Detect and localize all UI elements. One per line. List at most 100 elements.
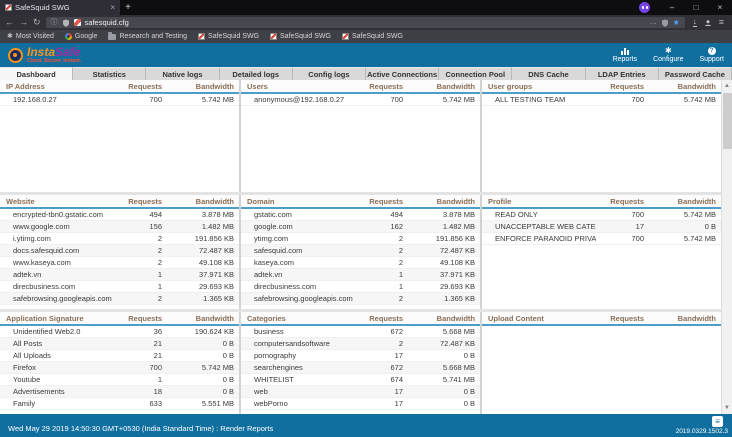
forward-icon[interactable]: → (19, 18, 28, 27)
row-requests: 1 (114, 270, 162, 279)
row-requests: 700 (596, 210, 644, 219)
configure-button[interactable]: ✱Configure (653, 47, 683, 63)
panel-body: gstatic.com4943.878 MBgoogle.com1621.482… (241, 209, 480, 309)
table-row: pornography170 B (241, 350, 480, 362)
tab-close-icon[interactable]: × (110, 3, 115, 12)
bookmark-research-and-testing[interactable]: Research and Testing (108, 33, 187, 40)
row-name: docs.safesquid.com (13, 246, 114, 255)
tab-native-logs[interactable]: Native logs (146, 67, 219, 80)
menu-hamburger-icon[interactable]: ≡ (719, 18, 724, 27)
row-name: anonymous@192.168.0.27 (254, 95, 355, 104)
tab-ldap-entries[interactable]: LDAP Entries (586, 67, 659, 80)
page-actions-dots-icon[interactable]: … (650, 19, 657, 26)
column-header-requests: Requests (355, 314, 403, 323)
table-row: anonymous@192.168.0.277005.742 MB (241, 94, 480, 106)
row-name: ytimg.com (254, 234, 355, 243)
tab-dns-cache[interactable]: DNS Cache (512, 67, 585, 80)
row-requests: 700 (114, 95, 162, 104)
row-requests: 2 (114, 258, 162, 267)
row-bandwidth: 5.742 MB (644, 234, 716, 243)
row-name: safebrowsing.googleapis.com (13, 294, 114, 303)
bookmark-safesquid-swg[interactable]: SafeSquid SWG (198, 33, 259, 40)
page-action-icon[interactable] (74, 19, 81, 26)
logo-tagline: Cloud. Secure. Instant. (27, 59, 81, 64)
reload-icon[interactable]: ↻ (33, 18, 41, 27)
row-bandwidth: 0 B (162, 375, 234, 384)
panel-categories: CategoriesRequestsBandwidthbusiness6725.… (241, 312, 480, 414)
table-row: webPorno170 B (241, 398, 480, 410)
new-tab-button[interactable]: + (120, 0, 136, 15)
bookmark-safesquid-swg[interactable]: SafeSquid SWG (270, 33, 331, 40)
table-row: ENFORCE PARANOID PRIVACY LEVEL7005.742 M… (482, 233, 721, 245)
bookmark-label: SafeSquid SWG (280, 33, 331, 40)
column-header-requests: Requests (355, 197, 403, 206)
bookmark-google[interactable]: Google (65, 33, 98, 40)
column-header-requests: Requests (596, 197, 644, 206)
support-button[interactable]: ?Support (699, 47, 724, 63)
panel-title: Application Signature (6, 314, 114, 323)
row-name: ALL TESTING TEAM (495, 95, 596, 104)
tracking-protection-icon[interactable] (62, 19, 70, 27)
window-maximize-button[interactable]: □ (684, 0, 708, 15)
site-info-icon[interactable]: ⓘ (51, 19, 58, 26)
panel-body (482, 326, 721, 414)
row-name: i.ytimg.com (13, 234, 114, 243)
app-header: InstaSafe Cloud. Secure. Instant. Report… (0, 43, 732, 67)
tab-config-logs[interactable]: Config logs (293, 67, 366, 80)
row-name: computersandsoftware (254, 339, 355, 348)
bookmark-label: SafeSquid SWG (352, 33, 403, 40)
window-close-button[interactable]: × (708, 0, 732, 15)
table-row: gstatic.com4943.878 MB (241, 209, 480, 221)
window-minimize-button[interactable]: – (660, 0, 684, 15)
reports-button[interactable]: Reports (613, 47, 638, 63)
row-bandwidth: 5.551 MB (162, 399, 234, 408)
row-bandwidth: 5.668 MB (403, 327, 475, 336)
scrollbar-thumb[interactable] (723, 93, 732, 149)
row-bandwidth: 5.742 MB (403, 95, 475, 104)
chart-icon (621, 47, 629, 55)
table-row: direcbusiness.com129.693 KB (241, 281, 480, 293)
row-bandwidth: 0 B (162, 339, 234, 348)
content-scrollbar[interactable]: ▲ ▼ (721, 80, 732, 414)
tab-detailed-logs[interactable]: Detailed logs (220, 67, 293, 80)
row-bandwidth: 0 B (162, 387, 234, 396)
pocket-icon[interactable] (661, 19, 669, 27)
row-name: searchengines (254, 363, 355, 372)
instasafe-logo-icon (8, 48, 23, 63)
row-bandwidth: 191.856 KB (403, 234, 475, 243)
row-requests: 2 (355, 339, 403, 348)
bookmark-most-visited[interactable]: ✱Most Visited (7, 33, 54, 40)
table-row: google.com1621.482 MB (241, 221, 480, 233)
column-header-requests: Requests (114, 197, 162, 206)
row-requests: 2 (355, 294, 403, 303)
scroll-down-button[interactable]: ▼ (722, 402, 732, 414)
tab-statistics[interactable]: Statistics (73, 67, 146, 80)
row-requests: 633 (114, 399, 162, 408)
tab-connection-pool[interactable]: Connection Pool (439, 67, 512, 80)
bookmark-safesquid-swg[interactable]: SafeSquid SWG (342, 33, 403, 40)
row-bandwidth: 1.482 MB (162, 222, 234, 231)
row-name: webPorno (254, 399, 355, 408)
downloads-icon[interactable]: ↓ (693, 18, 697, 27)
scroll-up-button[interactable]: ▲ (722, 80, 732, 92)
extension-badge-icon[interactable] (639, 2, 650, 13)
url-input[interactable]: ⓘ safesquid.cfg … ★ (46, 17, 685, 28)
row-bandwidth: 190.624 KB (162, 327, 234, 336)
tab-dashboard[interactable]: Dashboard (0, 67, 73, 80)
panel-upload-content: Upload ContentRequestsBandwidth (482, 312, 721, 414)
panel-domain: DomainRequestsBandwidthgstatic.com4943.8… (241, 195, 480, 309)
account-icon[interactable] (704, 19, 712, 27)
row-requests: 2 (114, 294, 162, 303)
row-requests: 1 (114, 282, 162, 291)
row-requests: 700 (596, 234, 644, 243)
row-bandwidth: 29.693 KB (403, 282, 475, 291)
table-row: All Uploads210 B (0, 350, 239, 362)
report-document-icon[interactable]: ≡ (712, 416, 723, 427)
tab-active-connections[interactable]: Active Connections (366, 67, 439, 80)
browser-tab[interactable]: SafeSquid SWG × (0, 0, 120, 15)
tab-password-cache[interactable]: Password Cache (659, 67, 732, 80)
panel-body: encrypted-tbn0.gstatic.com4943.878 MBwww… (0, 209, 239, 309)
bookmark-star-icon[interactable]: ★ (673, 19, 680, 27)
back-icon[interactable]: ← (5, 18, 14, 27)
panel-body: 192.168.0.277005.742 MB (0, 94, 239, 192)
